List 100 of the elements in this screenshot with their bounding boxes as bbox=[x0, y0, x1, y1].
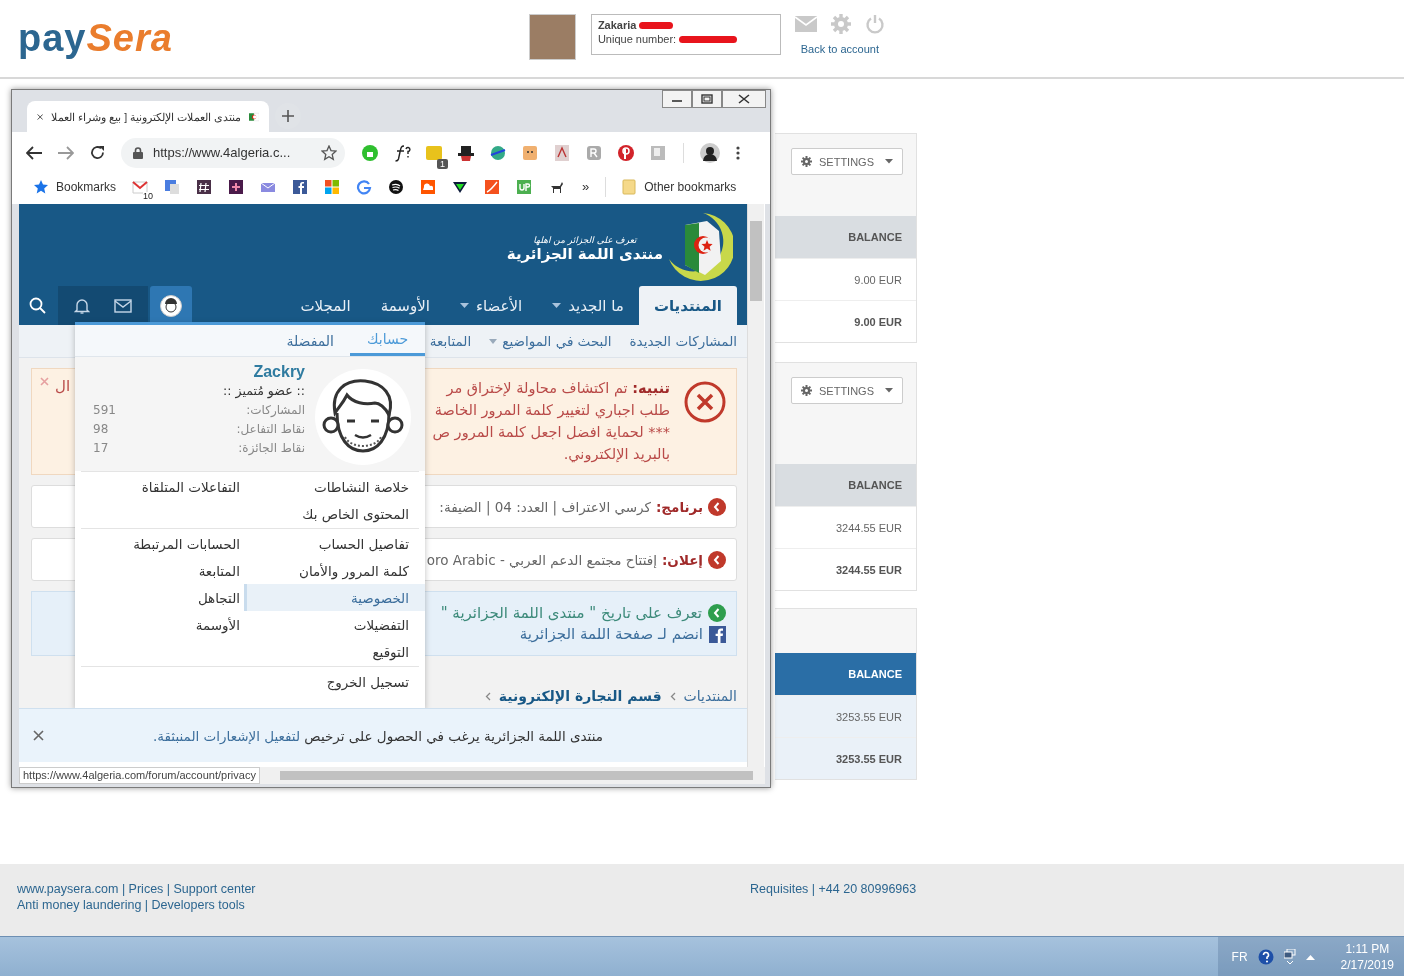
stat-label: المشاركات: bbox=[246, 402, 305, 419]
balance-amount: 3253.55 EUR bbox=[775, 695, 916, 737]
menu-item[interactable]: المحتوى الخاص بك bbox=[244, 500, 425, 527]
chevron-circle-icon bbox=[708, 604, 726, 622]
nav-tab[interactable]: المجلات bbox=[285, 286, 366, 325]
caret-icon bbox=[489, 338, 498, 344]
maximize-icon[interactable] bbox=[692, 90, 722, 108]
nav-tab[interactable]: المنتديات bbox=[638, 286, 737, 325]
user-rank: :: عضو مُتميز :: bbox=[222, 383, 305, 398]
minimize-icon[interactable] bbox=[662, 90, 692, 108]
browser-tab[interactable]: منتدى العملات الإلكترونية [ بيع وشراء العملا bbox=[27, 101, 269, 132]
gear-icon bbox=[801, 385, 812, 396]
info-link[interactable]: انضم لـ صفحة اللمة الجزائرية bbox=[519, 625, 703, 643]
globe-icon[interactable] bbox=[489, 143, 507, 162]
account-avatar-button[interactable] bbox=[150, 286, 192, 325]
chevron-left-icon bbox=[484, 691, 491, 701]
flag-favicon-icon bbox=[248, 110, 259, 123]
paysera-logo[interactable]: paySera bbox=[18, 14, 173, 62]
caret-icon bbox=[885, 159, 893, 164]
stat-label: نقاط الجائزة: bbox=[238, 440, 305, 457]
notice-text[interactable]: إفتتاح مجتمع الدعم العربي - oro Arabic bbox=[426, 551, 657, 568]
facebook-icon[interactable] bbox=[709, 625, 726, 643]
nav-tab[interactable]: ما الجديد bbox=[537, 286, 639, 325]
back-icon[interactable] bbox=[26, 145, 42, 160]
balance-amount: 3253.55 EUR bbox=[775, 737, 916, 779]
reload-icon[interactable] bbox=[90, 145, 105, 160]
caret-icon bbox=[459, 303, 469, 308]
extension-badge: 1 bbox=[437, 158, 448, 169]
redaction-mark bbox=[679, 35, 738, 43]
nav-tab[interactable]: الأوسمة bbox=[365, 286, 445, 325]
curve-icon[interactable] bbox=[484, 178, 501, 195]
close-icon[interactable] bbox=[33, 730, 44, 741]
profile-photo-placeholder bbox=[528, 14, 576, 60]
bookmarks-button[interactable]: Bookmarks bbox=[34, 179, 117, 194]
mail-m-icon[interactable] bbox=[132, 178, 149, 195]
forward-icon[interactable] bbox=[58, 145, 74, 160]
balance-header: BALANCE bbox=[775, 653, 916, 695]
settings-button[interactable]: SETTINGS bbox=[791, 148, 903, 175]
star-outline-icon[interactable] bbox=[321, 144, 337, 161]
bell-icon[interactable] bbox=[74, 297, 90, 314]
network-icon[interactable] bbox=[1283, 948, 1296, 965]
horizontal-scrollbar[interactable] bbox=[279, 771, 753, 780]
menu-item[interactable]: الخصوصية bbox=[244, 584, 425, 611]
info-text[interactable]: تعرف على تاريخ " منتدى اللمة الجزائرية " bbox=[440, 604, 702, 622]
address-bar[interactable]: https://www.4algeria.c... bbox=[121, 137, 345, 168]
kebab-menu-icon[interactable] bbox=[736, 145, 740, 160]
other-bookmarks-button[interactable]: Other bookmarks bbox=[622, 178, 737, 195]
profile-avatar-icon[interactable] bbox=[700, 142, 720, 163]
subnav-link[interactable]: البحث في المواضيع bbox=[489, 333, 612, 349]
close-icon[interactable] bbox=[37, 111, 44, 122]
notice-text[interactable]: كرسي الاعتراف | العدد: 04 | الضيفة: bbox=[439, 498, 651, 515]
user-name-link[interactable]: Zackry bbox=[93, 363, 305, 381]
alert-text: *** لحماية افضل اجعل كلمة المرور ص bbox=[432, 423, 670, 443]
permission-message: منتدى اللمة الجزائرية يرغب في الحصول على ترخيص لتفعيل الإشعارات المنبثقة. bbox=[153, 727, 603, 744]
pin-circle-icon[interactable] bbox=[617, 143, 635, 162]
enable-notifications-link[interactable]: لتفعيل الإشعارات المنبثقة. bbox=[153, 727, 301, 744]
cloud-icon[interactable] bbox=[420, 178, 437, 195]
chevron-circle-icon bbox=[708, 550, 726, 569]
contact-info[interactable]: Requisites | +44 20 80996963 bbox=[750, 882, 917, 896]
top-hat-icon[interactable] bbox=[457, 143, 475, 162]
balance-amount: 9.00 EUR bbox=[775, 300, 916, 342]
unique-number-label: Unique number: bbox=[597, 33, 677, 45]
message-icon[interactable] bbox=[425, 143, 443, 162]
close-icon[interactable] bbox=[722, 90, 766, 108]
box-face-icon[interactable] bbox=[521, 143, 539, 162]
subnav-link[interactable]: المشاركات الجديدة bbox=[629, 333, 737, 349]
function-icon[interactable] bbox=[393, 143, 411, 162]
hash-icon[interactable] bbox=[196, 178, 213, 195]
menu-item[interactable]: تسجيل الخروج bbox=[244, 668, 425, 695]
footer-links[interactable]: Anti money laundering | Developers tools bbox=[17, 898, 750, 912]
stat-label: نقاط التفاعل: bbox=[236, 421, 305, 438]
error-circle-icon bbox=[684, 381, 726, 423]
help-icon[interactable] bbox=[1257, 948, 1274, 965]
pdf-icon[interactable] bbox=[553, 143, 571, 162]
footer-links[interactable]: www.paysera.com | Prices | Support center bbox=[17, 882, 750, 896]
settings-button[interactable]: SETTINGS bbox=[791, 377, 903, 404]
tile-icon[interactable] bbox=[649, 143, 667, 162]
alert-text: تنبيه: تم اكتشاف محاولة لإختراق مر bbox=[445, 379, 670, 399]
up-label-icon[interactable] bbox=[516, 178, 533, 195]
stat-value: 591 bbox=[93, 402, 116, 419]
balance-header: BALANCE bbox=[775, 216, 916, 258]
notice-label: إعلان: bbox=[661, 551, 703, 568]
search-icon[interactable] bbox=[29, 297, 46, 314]
four-squares-icon[interactable] bbox=[324, 178, 341, 195]
g-letter-icon[interactable] bbox=[356, 178, 373, 195]
sound-waves-icon[interactable] bbox=[388, 178, 405, 195]
back-to-account-link[interactable]: Back to account bbox=[800, 43, 880, 55]
facebook-icon[interactable] bbox=[292, 178, 309, 195]
more-bookmarks-button[interactable]: » bbox=[582, 179, 590, 194]
star-icon bbox=[34, 179, 48, 194]
breadcrumb-link[interactable]: المنتديات bbox=[683, 688, 737, 704]
vertical-scrollbar[interactable] bbox=[747, 204, 764, 767]
nav-tab[interactable]: الأعضاء bbox=[444, 286, 538, 325]
balance-amount: 9.00 EUR bbox=[775, 258, 916, 300]
menu-item[interactable]: التوقيع bbox=[244, 638, 425, 665]
expand-tray-icon[interactable] bbox=[1305, 953, 1315, 960]
breadcrumb-link[interactable]: قسم التجارة الإلكترونية bbox=[498, 688, 662, 704]
menu-tab[interactable]: المفضلة bbox=[270, 325, 350, 356]
mail-icon[interactable] bbox=[114, 298, 132, 313]
caret-icon bbox=[885, 388, 893, 393]
